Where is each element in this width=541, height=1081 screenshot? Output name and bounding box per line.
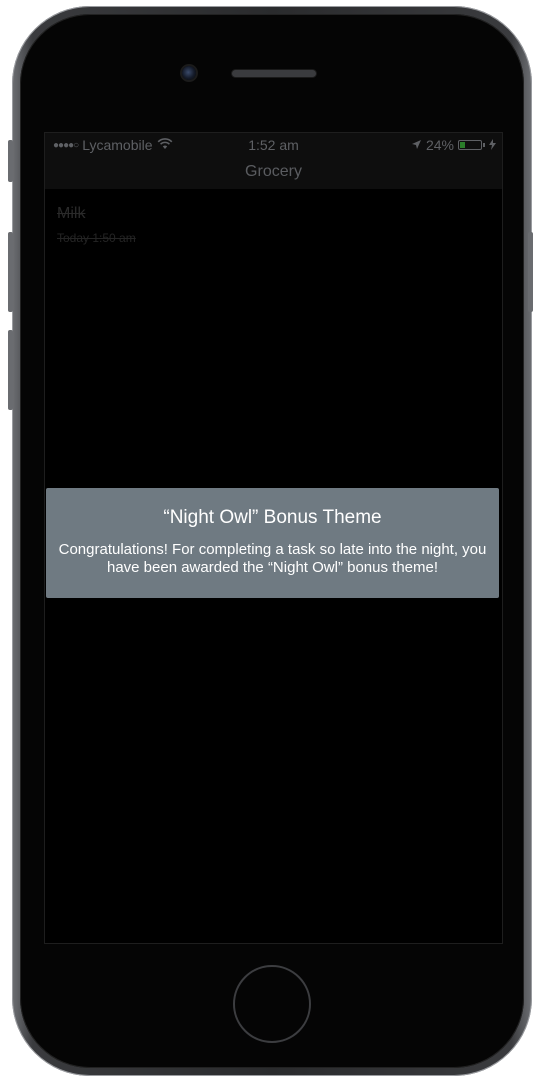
status-bar: ●●●●○ Lycamobile 1:52 am 24% — [45, 133, 502, 157]
location-arrow-icon — [411, 137, 422, 153]
task-list: Milk Today 1:50 am — [45, 189, 502, 245]
home-button[interactable] — [233, 965, 311, 1043]
status-right: 24% — [411, 137, 496, 153]
alert-message: Congratulations! For completing a task s… — [58, 541, 487, 576]
navigation-bar: Grocery — [45, 157, 502, 189]
earpiece-speaker — [232, 70, 316, 77]
volume-up-button — [8, 232, 13, 312]
charging-bolt-icon — [489, 137, 496, 153]
battery-icon — [458, 140, 482, 150]
front-camera — [182, 66, 196, 80]
volume-down-button — [8, 330, 13, 410]
task-item[interactable]: Milk Today 1:50 am — [45, 189, 502, 245]
bonus-theme-alert[interactable]: “Night Owl” Bonus Theme Congratulations!… — [46, 488, 499, 598]
nav-title: Grocery — [245, 163, 302, 180]
task-title: Milk — [57, 205, 86, 222]
battery-percent: 24% — [425, 137, 454, 153]
mute-switch — [8, 140, 13, 182]
power-button — [528, 232, 533, 312]
screen: ●●●●○ Lycamobile 1:52 am 24% Grocery Mil… — [45, 133, 502, 943]
battery-tip — [483, 143, 485, 147]
battery-level — [460, 142, 465, 148]
task-time: Today 1:50 am — [57, 231, 136, 245]
alert-title: “Night Owl” Bonus Theme — [163, 507, 382, 528]
